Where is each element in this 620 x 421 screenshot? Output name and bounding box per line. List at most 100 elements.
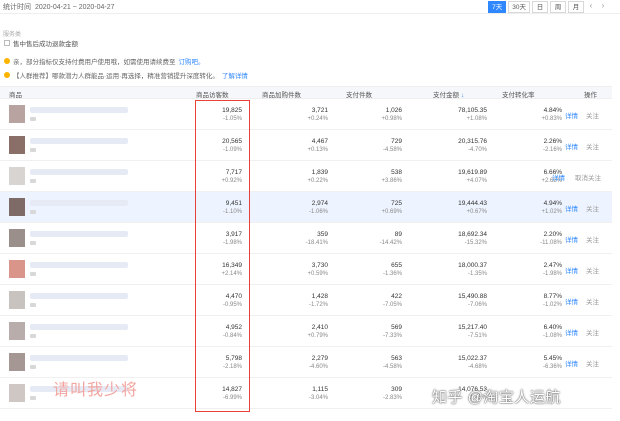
col-amount[interactable]: 支付金额 ↓ [433, 89, 464, 99]
col-qty[interactable]: 支付件数 [346, 89, 372, 99]
col-action: 操作 [584, 92, 597, 99]
cell-qty: 422 -7.05% [383, 292, 402, 310]
range-selector: 7天 30天 日 周 月 ‹ › [488, 1, 608, 13]
cell-qty: 563 -4.58% [383, 354, 402, 372]
cell-rate: 6.40% -1.08% [543, 323, 562, 341]
range-day-button[interactable]: 日 [532, 1, 548, 13]
rate-value: 2.26% [543, 138, 562, 145]
detail-link[interactable]: 详情 [565, 110, 578, 120]
cell-cart: 4,467 +0.13% [307, 137, 328, 155]
cell-rate: 8.77% -1.02% [543, 292, 562, 310]
detail-link[interactable]: 详情 [565, 296, 578, 306]
product-title-blurred[interactable] [30, 138, 128, 144]
product-thumbnail[interactable] [9, 322, 25, 340]
product-title-blurred[interactable] [30, 355, 128, 361]
refund-checkbox[interactable] [4, 40, 10, 46]
rate-change: -1.08% [542, 333, 562, 339]
product-thumbnail[interactable] [9, 291, 25, 309]
follow-link[interactable]: 关注 [586, 141, 599, 151]
amount-change: +4.07% [466, 178, 487, 184]
product-title-blurred[interactable] [30, 293, 128, 299]
follow-link[interactable]: 关注 [586, 296, 599, 306]
follow-link[interactable]: 关注 [586, 358, 599, 368]
range-30d-button[interactable]: 30天 [508, 1, 530, 13]
cart-value: 2,974 [311, 200, 328, 207]
cell-qty: 725 +0.69% [381, 199, 402, 217]
cell-cart: 359 -18.41% [306, 230, 328, 248]
cart-value: 359 [317, 231, 328, 238]
cell-amount: 15,217.40 -7.51% [458, 323, 487, 341]
range-month-button[interactable]: 月 [568, 1, 584, 13]
product-thumbnail[interactable] [9, 260, 25, 278]
range-week-button[interactable]: 周 [550, 1, 566, 13]
cart-change: -4.60% [308, 364, 328, 370]
product-thumbnail[interactable] [9, 167, 25, 185]
detail-link[interactable]: 详情 [565, 327, 578, 337]
cell-amount: 19,619.89 +4.07% [458, 168, 487, 186]
product-title-blurred[interactable] [30, 324, 128, 330]
detail-link[interactable]: 详情 [565, 265, 578, 275]
highlight-box [195, 100, 250, 412]
amount-change: +0.67% [466, 209, 487, 215]
qty-change: +0.98% [381, 116, 402, 122]
rate-change: +1.02% [541, 209, 562, 215]
range-7d-button[interactable]: 7天 [488, 1, 507, 13]
qty-value: 1,026 [385, 107, 402, 114]
col-cart[interactable]: 商品加购件数 [262, 89, 301, 99]
detail-link[interactable]: 详情 [565, 234, 578, 244]
table-row: 19,825 -1.05% 3,721 +0.24% 1,026 +0.98% 78,105… [0, 99, 612, 130]
detail-link[interactable]: 详情 [552, 172, 565, 182]
product-thumbnail[interactable] [9, 105, 25, 123]
product-thumbnail[interactable] [9, 384, 25, 402]
product-title-blurred[interactable] [30, 231, 128, 237]
follow-link[interactable]: 关注 [586, 327, 599, 337]
product-thumbnail[interactable] [9, 353, 25, 371]
qty-change: -7.05% [382, 302, 402, 308]
detail-link[interactable]: 详情 [565, 203, 578, 213]
amount-change: -7.51% [467, 333, 487, 339]
rate-value: 4.94% [543, 200, 562, 207]
product-subtitle-blurred [30, 210, 36, 214]
detail-link[interactable]: 详情 [565, 358, 578, 368]
col-visitors[interactable]: 商品访客数 [196, 89, 229, 99]
rate-change: -6.36% [542, 364, 562, 370]
table-row: 4,470 -0.95% 1,428 -1.72% 422 -7.05% 15,490.88… [0, 285, 612, 316]
qty-value: 725 [391, 200, 402, 207]
cart-change: -1.72% [308, 302, 328, 308]
product-thumbnail[interactable] [9, 198, 25, 216]
product-thumbnail[interactable] [9, 136, 25, 154]
amount-value: 20,315.76 [458, 138, 487, 145]
follow-link[interactable]: 关注 [586, 203, 599, 213]
follow-link[interactable]: 取消关注 [575, 172, 601, 182]
rate-change: -2.16% [542, 147, 562, 153]
prev-period-icon[interactable]: ‹ [586, 1, 596, 13]
next-period-icon[interactable]: › [598, 1, 608, 13]
learn-more-link[interactable]: 了解详情 [222, 70, 248, 80]
refund-filter[interactable]: 售中售后成功退款金额 [4, 38, 78, 48]
follow-link[interactable]: 关注 [586, 110, 599, 120]
rate-value: 5.45% [543, 355, 562, 362]
follow-link[interactable]: 关注 [586, 234, 599, 244]
product-title-blurred[interactable] [30, 107, 128, 113]
product-title-blurred[interactable] [30, 200, 128, 206]
table-row: 16,349 +2.14% 3,730 +0.59% 655 -1.36% 18,000.3… [0, 254, 612, 285]
follow-link[interactable]: 关注 [586, 265, 599, 275]
cell-qty: 309 -2.83% [383, 385, 402, 403]
product-subtitle-blurred [30, 396, 36, 400]
product-title-blurred[interactable] [30, 262, 128, 268]
qty-change: -4.58% [382, 364, 402, 370]
cell-qty: 538 +3.86% [381, 168, 402, 186]
col-rate[interactable]: 支付转化率 [502, 89, 535, 99]
product-thumbnail[interactable] [9, 229, 25, 247]
cart-change: -3.04% [308, 395, 328, 401]
amount-change: -15.32% [464, 240, 487, 246]
detail-link[interactable]: 详情 [565, 141, 578, 151]
cell-amount: 19,444.43 +0.67% [458, 199, 487, 217]
qty-change: -2.83% [382, 395, 402, 401]
product-title-blurred[interactable] [30, 169, 128, 175]
qty-value: 309 [391, 386, 402, 393]
subscribe-link[interactable]: 订购吧。 [179, 56, 205, 66]
product-subtitle-blurred [30, 179, 36, 183]
cart-value: 1,115 [312, 386, 328, 393]
rate-change: -1.98% [542, 271, 562, 277]
